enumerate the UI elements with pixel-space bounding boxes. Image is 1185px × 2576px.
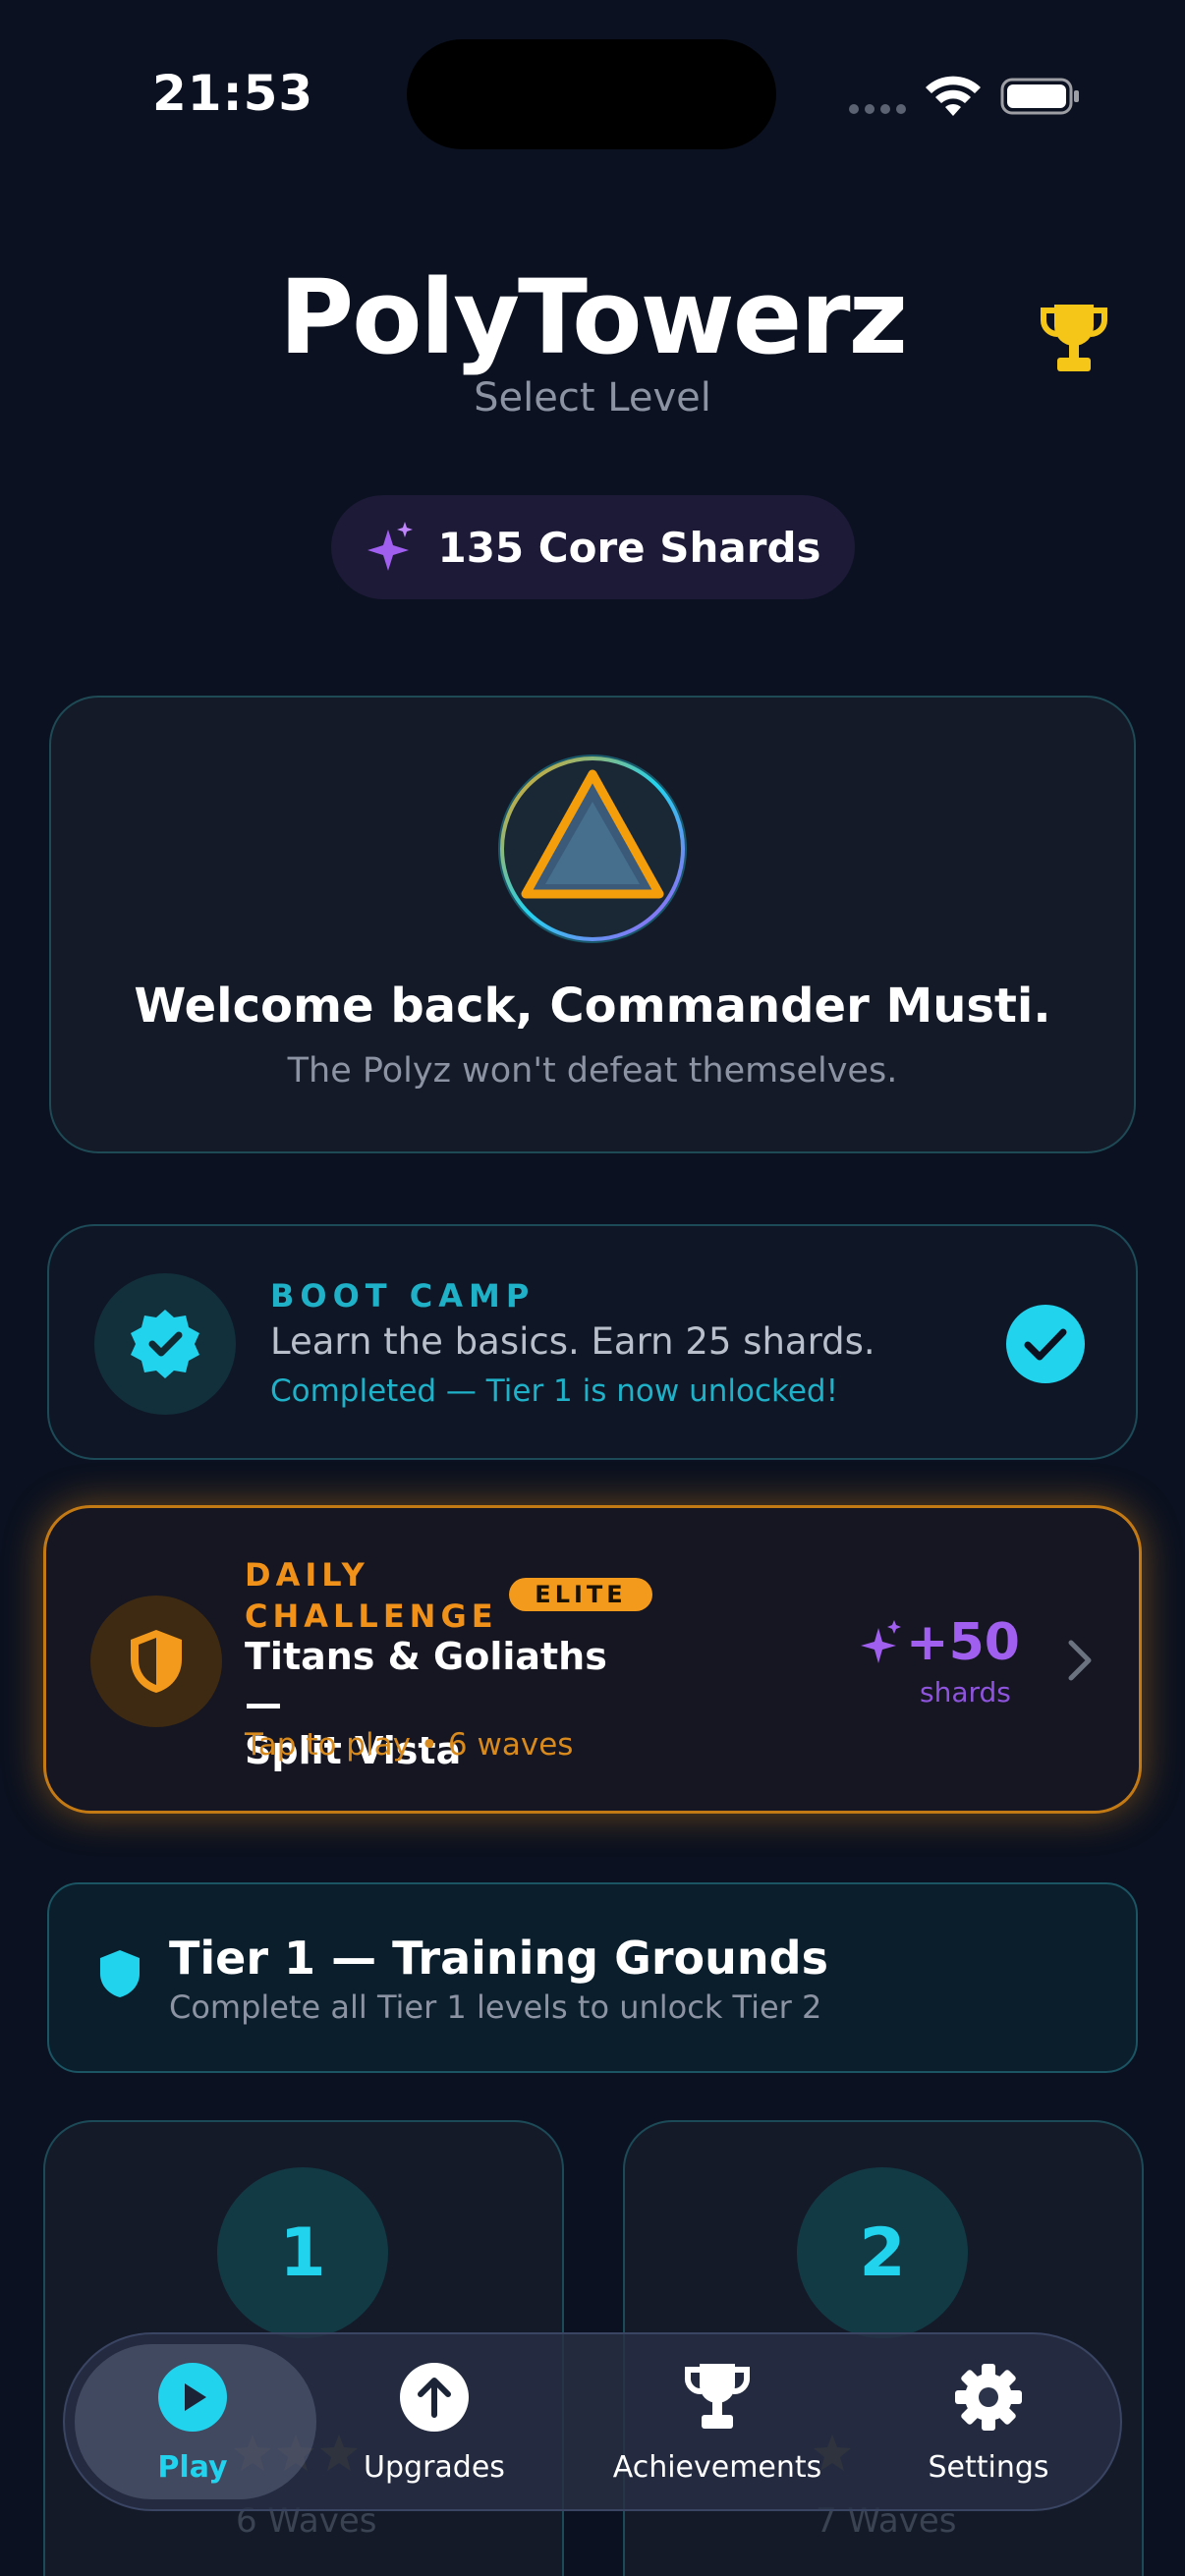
- boot-camp-label: BOOT CAMP: [270, 1277, 536, 1315]
- tab-label: Play: [157, 2450, 228, 2485]
- welcome-subtitle: The Polyz won't defeat themselves.: [287, 1051, 898, 1091]
- tab-label: Upgrades: [364, 2450, 505, 2485]
- boot-camp-description: Learn the basics. Earn 25 shards.: [270, 1320, 875, 1363]
- trophy-icon[interactable]: [1040, 301, 1108, 377]
- dynamic-island: [407, 39, 776, 149]
- daily-reward: +50: [861, 1613, 1020, 1672]
- shield-icon: [131, 1630, 182, 1693]
- tab-achievements[interactable]: Achievements: [609, 2362, 825, 2485]
- level-number: 1: [217, 2167, 388, 2338]
- shield-icon: [100, 1950, 140, 1997]
- battery-icon: [1000, 78, 1079, 115]
- daily-reward-unit: shards: [920, 1676, 1011, 1708]
- gear-icon: [953, 2362, 1024, 2433]
- trophy-icon: [682, 2362, 753, 2433]
- welcome-title: Welcome back, Commander Musti.: [134, 979, 1051, 1034]
- boot-camp-status: Completed — Tier 1 is now unlocked!: [270, 1373, 839, 1409]
- shards-balance: 135 Core Shards: [331, 495, 855, 599]
- sparkle-icon: [861, 1620, 901, 1663]
- sparkle-icon: [367, 522, 414, 571]
- checkmark-icon: [1006, 1305, 1085, 1383]
- tab-label: Achievements: [612, 2450, 822, 2485]
- play-icon: [157, 2362, 228, 2433]
- wifi-icon: [926, 76, 981, 116]
- tab-play[interactable]: Play: [134, 2362, 252, 2485]
- daily-challenge-label: DAILY CHALLENGE: [245, 1556, 498, 1635]
- level-number: 2: [797, 2167, 968, 2338]
- tab-label: Settings: [928, 2450, 1049, 2485]
- daily-reward-value: +50: [906, 1613, 1020, 1672]
- page-subtitle: Select Level: [474, 375, 711, 420]
- status-time: 21:53: [152, 65, 314, 122]
- tab-settings[interactable]: Settings: [920, 2362, 1057, 2485]
- shards-label: 135 Core Shards: [437, 523, 821, 572]
- chevron-right-icon[interactable]: [1067, 1639, 1093, 1682]
- tier-title: Tier 1 — Training Grounds: [169, 1932, 828, 1985]
- tab-upgrades[interactable]: Upgrades: [356, 2362, 513, 2485]
- signal-icon: [849, 104, 906, 114]
- daily-challenge-meta: Tap to play • 6 waves: [245, 1727, 574, 1763]
- commander-emblem-icon: [498, 755, 687, 943]
- elite-badge: ELITE: [509, 1578, 652, 1611]
- app-title: PolyTowerz: [278, 257, 908, 377]
- verified-badge-icon: [131, 1310, 199, 1378]
- tier-subtitle: Complete all Tier 1 levels to unlock Tie…: [169, 1988, 822, 2026]
- upgrade-arrow-icon: [399, 2362, 470, 2433]
